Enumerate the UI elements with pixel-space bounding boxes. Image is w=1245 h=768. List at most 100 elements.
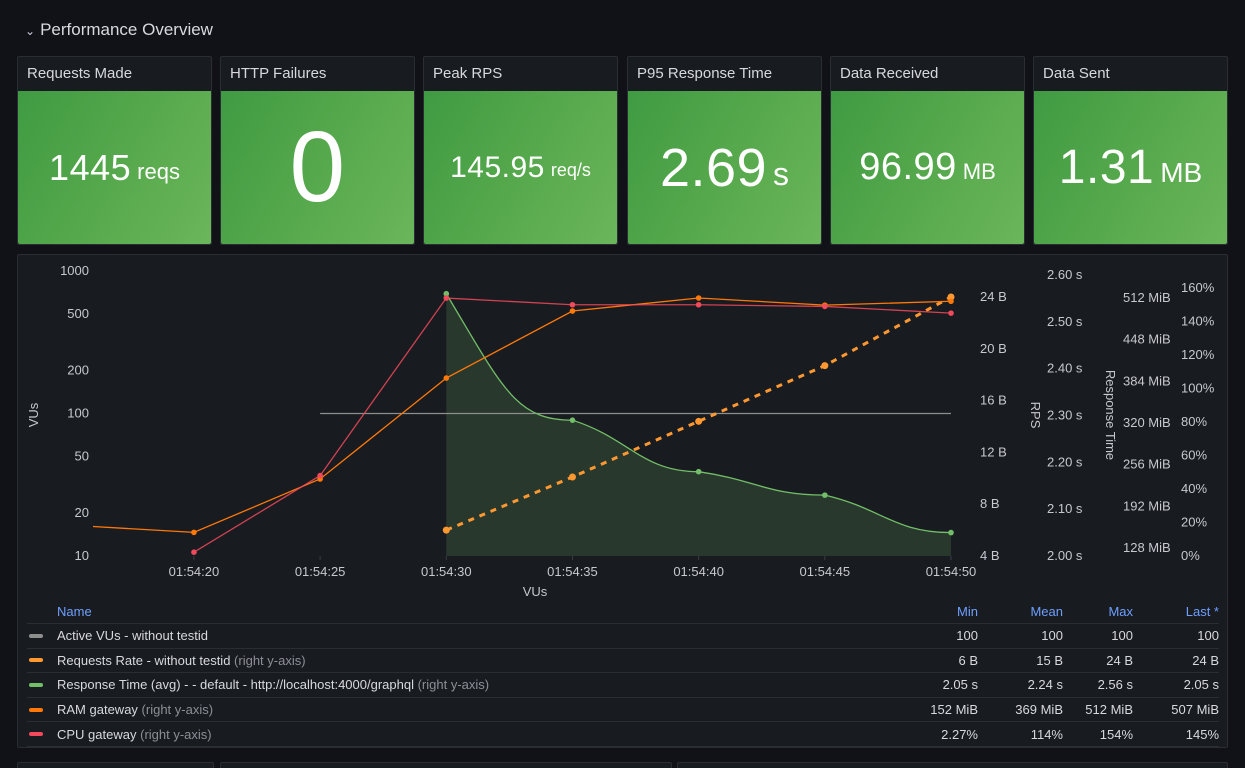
series-color-swatch[interactable]: [29, 707, 43, 712]
stat-title: Data Sent: [1043, 65, 1110, 82]
series-name: Response Time (avg) - - default - http:/…: [57, 677, 414, 693]
ram-axis-tick: 128 MiB: [1123, 540, 1171, 555]
stat-panel-data-received[interactable]: Data Received 96.99 MB: [830, 56, 1025, 245]
legend-series-name[interactable]: Active VUs - without testid: [57, 628, 888, 643]
chevron-down-icon: ⌄: [25, 24, 36, 38]
timeseries-panel[interactable]: 01:54:20 01:54:25 01:54:30 01:54:35 01:54:40…: [17, 254, 1228, 748]
stat-value: 0: [289, 111, 346, 223]
series-ram-gateway-point[interactable]: [948, 298, 954, 305]
x-axis-label: VUs: [523, 584, 548, 599]
cpu-axis-tick: 60%: [1181, 448, 1207, 463]
ram-axis-tick: 320 MiB: [1123, 415, 1171, 430]
series-color-swatch[interactable]: [29, 732, 43, 737]
legend-series-name[interactable]: Requests Rate - without testid (right y-…: [57, 653, 888, 668]
legend-min: 6 B: [958, 652, 978, 668]
legend-header-max[interactable]: Max: [1063, 604, 1133, 619]
ram-axis-tick: 512 MiB: [1123, 290, 1171, 305]
ram-axis-tick: 384 MiB: [1123, 373, 1171, 388]
legend-mean: 15 B: [1036, 652, 1063, 668]
legend-row[interactable]: Active VUs - without testid 100 100 100 100: [27, 624, 1219, 649]
legend-header-mean[interactable]: Mean: [978, 604, 1063, 619]
rps-axis-tick: 12 B: [980, 444, 1007, 459]
legend-max: 2.56 s: [1097, 677, 1133, 693]
x-tick-label: 01:54:20: [169, 564, 220, 579]
response-axis-tick: 2.00 s: [1047, 548, 1083, 563]
legend-max: 24 B: [1106, 652, 1133, 668]
legend-min: 100: [956, 628, 978, 644]
legend-header-name[interactable]: Name: [57, 604, 888, 619]
series-cpu-gateway-point[interactable]: [695, 301, 702, 308]
series-cpu-gateway-point[interactable]: [822, 303, 828, 310]
legend-row[interactable]: RAM gateway (right y-axis) 152 MiB 369 MiB…: [27, 698, 1219, 723]
series-color-swatch[interactable]: [29, 682, 43, 687]
left-axis-tick: 20: [75, 505, 89, 520]
legend-header: Name Min Mean Max Last *: [27, 599, 1219, 624]
legend-series-name[interactable]: Response Time (avg) - - default - http:/…: [57, 677, 888, 692]
x-tick-label: 01:54:30: [421, 564, 472, 579]
legend-last: 2.05 s: [1183, 677, 1219, 693]
stat-panel-p95-response-time[interactable]: P95 Response Time 2.69 s: [627, 56, 822, 245]
series-color-swatch[interactable]: [29, 633, 43, 638]
stat-value: 1445: [49, 146, 132, 188]
x-tick-label: 01:54:25: [295, 564, 346, 579]
legend-header-min[interactable]: Min: [888, 604, 978, 619]
series-cpu-gateway-point[interactable]: [443, 295, 450, 301]
legend-row[interactable]: Response Time (avg) - - default - http:/…: [27, 673, 1219, 698]
stat-title: Data Received: [840, 65, 939, 82]
legend-max: 512 MiB: [1085, 702, 1133, 718]
stat-panel-data-sent[interactable]: Data Sent 1.31 MB: [1033, 56, 1228, 245]
ram-axis-tick: 448 MiB: [1123, 332, 1171, 347]
cpu-axis-tick: 140%: [1181, 314, 1215, 329]
stat-title: HTTP Failures: [230, 65, 327, 82]
series-response-time-point[interactable]: [569, 417, 576, 423]
rps-axis-tick: 24 B: [980, 289, 1007, 304]
series-cpu-gateway-point[interactable]: [569, 301, 576, 308]
legend-header-last[interactable]: Last *: [1133, 604, 1219, 619]
series-response-time-point[interactable]: [695, 468, 702, 475]
next-panel-edge: [677, 762, 1228, 768]
series-response-time-point[interactable]: [948, 529, 954, 536]
response-axis-label: Response Time: [1103, 370, 1118, 460]
legend-mean: 100: [1041, 628, 1063, 644]
series-requests-rate-point[interactable]: [821, 362, 829, 370]
series-requests-rate-point[interactable]: [568, 473, 576, 481]
stat-title: Peak RPS: [433, 65, 503, 82]
series-response-time-point[interactable]: [822, 492, 828, 498]
stat-panel-http-failures[interactable]: HTTP Failures 0: [220, 56, 415, 245]
rps-axis-tick: 20 B: [980, 341, 1007, 356]
series-axis-hint: (right y-axis): [417, 677, 490, 693]
series-ram-gateway-point[interactable]: [443, 375, 450, 381]
stat-panel-peak-rps[interactable]: Peak RPS 145.95 req/s: [423, 56, 618, 245]
series-cpu-gateway-point[interactable]: [948, 310, 954, 316]
legend-last: 507 MiB: [1171, 702, 1219, 718]
next-panel-edge: [17, 762, 214, 768]
timeseries-chart[interactable]: 01:54:20 01:54:25 01:54:30 01:54:35 01:54:40…: [18, 255, 1229, 600]
series-ram-gateway-point[interactable]: [695, 295, 702, 301]
series-ram-gateway-point[interactable]: [569, 308, 576, 314]
legend-min: 2.27%: [941, 726, 978, 742]
series-requests-rate-point[interactable]: [442, 526, 450, 534]
cpu-axis-tick: 120%: [1181, 347, 1215, 362]
series-cpu-gateway-point[interactable]: [191, 549, 197, 555]
series-requests-rate-point[interactable]: [695, 417, 703, 425]
series-name: RAM gateway: [57, 702, 138, 718]
cpu-axis-tick: 100%: [1181, 381, 1215, 396]
legend-row[interactable]: Requests Rate - without testid (right y-…: [27, 649, 1219, 674]
series-color-swatch[interactable]: [29, 658, 43, 663]
legend-series-name[interactable]: CPU gateway (right y-axis): [57, 727, 888, 742]
legend-min: 152 MiB: [930, 702, 978, 718]
response-axis-tick: 2.60 s: [1047, 267, 1083, 282]
left-axis-tick: 50: [75, 448, 89, 463]
ram-axis-tick: 192 MiB: [1123, 498, 1171, 513]
row-collapse-toggle[interactable]: ⌄ Performance Overview: [25, 20, 213, 40]
rps-axis-tick: 8 B: [980, 496, 1000, 511]
legend-series-name[interactable]: RAM gateway (right y-axis): [57, 702, 888, 717]
rps-axis-label: RPS: [1028, 402, 1043, 429]
series-cpu-gateway-point[interactable]: [317, 472, 323, 479]
series-name: Active VUs - without testid: [57, 628, 208, 644]
stat-panel-requests-made[interactable]: Requests Made 1445 reqs: [17, 56, 212, 245]
series-axis-hint: (right y-axis): [140, 726, 212, 742]
legend-row[interactable]: CPU gateway (right y-axis) 2.27% 114% 154% 1…: [27, 722, 1219, 747]
cpu-axis-tick: 160%: [1181, 280, 1215, 295]
series-ram-gateway-point[interactable]: [191, 529, 197, 536]
